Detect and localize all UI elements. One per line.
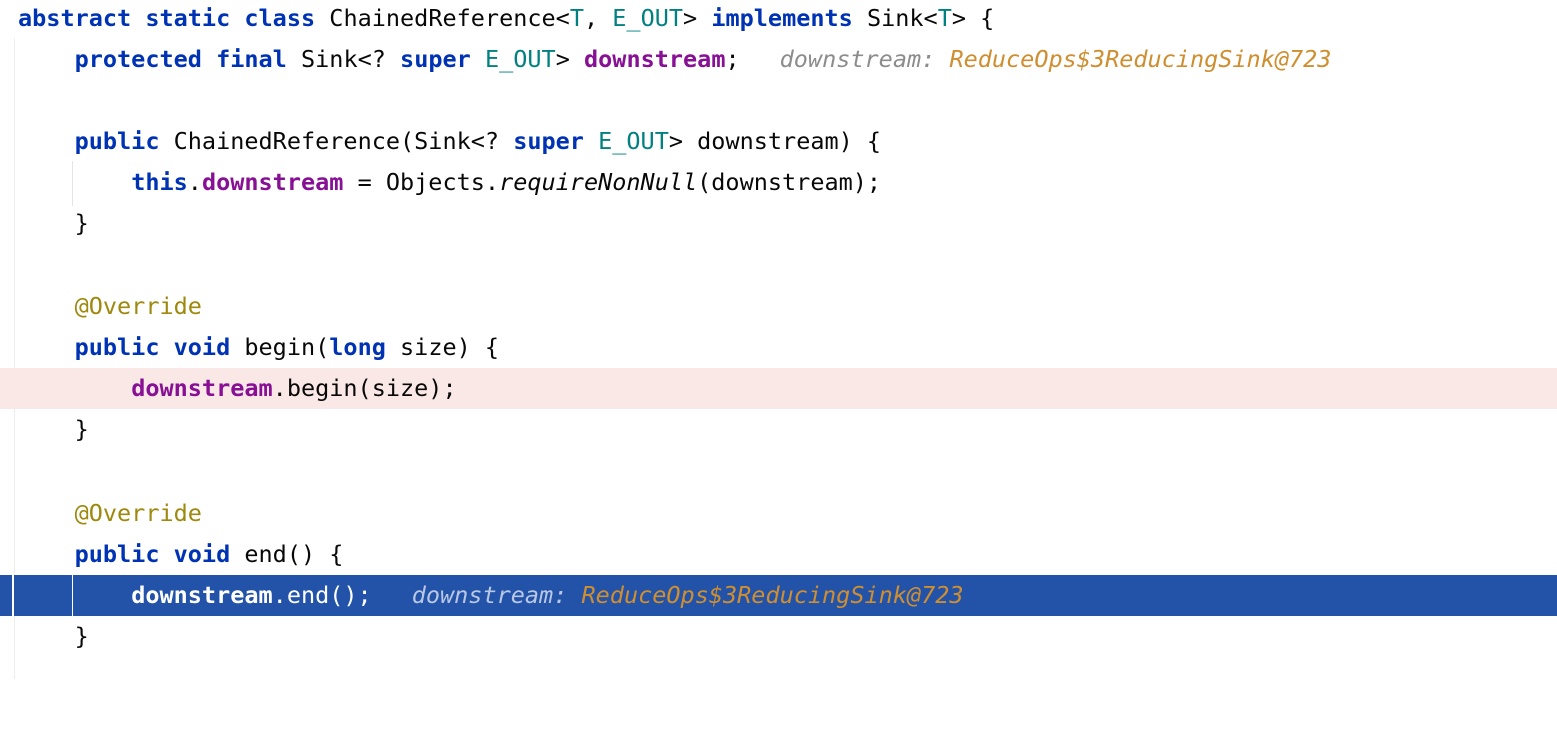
brace: } <box>74 209 89 237</box>
punct: . <box>187 168 202 196</box>
breakpoint-line[interactable]: downstream.begin(size); <box>0 368 1557 409</box>
inline-debug-hint[interactable]: downstream: ReduceOps$3ReducingSink@723 <box>780 45 1332 73</box>
code-line-1[interactable]: abstract static class ChainedReference<T… <box>0 0 1557 39</box>
code-line-2[interactable]: protected final Sink<? super E_OUT> down… <box>0 39 1557 80</box>
type-name: Sink<? <box>301 45 401 73</box>
type-param: E_OUT <box>484 45 556 73</box>
punct: > <box>683 4 712 32</box>
keyword: abstract <box>18 4 132 32</box>
type-param: T <box>569 4 584 32</box>
code-line-5[interactable]: } <box>0 203 1557 244</box>
hint-value: ReduceOps$3ReducingSink@723 <box>949 45 1332 73</box>
code-line-7[interactable]: public void begin(long size) { <box>0 327 1557 368</box>
type-name: Sink< <box>866 4 938 32</box>
brace: } <box>74 415 89 443</box>
field-name: downstream <box>201 168 344 196</box>
punct: ; <box>725 45 740 73</box>
keyword: class <box>244 4 316 32</box>
constructor-signature: ChainedReference(Sink<? <box>173 127 514 155</box>
args: (downstream); <box>697 168 882 196</box>
code-editor[interactable]: abstract static class ChainedReference<T… <box>0 0 1557 679</box>
inline-debug-hint[interactable]: downstream: ReduceOps$3ReducingSink@723 <box>412 581 964 609</box>
type-param: T <box>937 4 952 32</box>
keyword: super <box>400 45 471 73</box>
execution-line[interactable]: downstream.end(); downstream: ReduceOps$3… <box>0 575 1557 616</box>
type-param: E_OUT <box>612 4 684 32</box>
keyword: this <box>131 168 188 196</box>
keyword: final <box>216 45 287 73</box>
method-call: .begin(size); <box>272 374 457 402</box>
punct: > <box>555 45 584 73</box>
field-name: downstream <box>131 374 273 402</box>
execution-marker <box>12 575 14 616</box>
code-line-4[interactable]: this.downstream = Objects.requireNonNull… <box>0 162 1557 203</box>
method-call: .end(); <box>272 581 372 609</box>
annotation: @Override <box>74 292 202 320</box>
type-param: E_OUT <box>598 127 669 155</box>
hint-label: downstream: <box>411 581 568 609</box>
code-line-6[interactable]: @Override <box>0 286 1557 327</box>
keyword: public <box>74 127 160 155</box>
keyword: protected <box>74 45 202 73</box>
brace: } <box>74 622 89 650</box>
params: > downstream) { <box>668 127 882 155</box>
code-line-11[interactable]: public void end() { <box>0 534 1557 575</box>
keyword: static <box>145 4 231 32</box>
punct: , <box>583 4 613 32</box>
code-line-10[interactable]: @Override <box>0 493 1557 534</box>
keyword: long <box>329 333 386 361</box>
punct: > { <box>951 4 995 32</box>
keyword: super <box>513 127 584 155</box>
keyword: public <box>74 540 160 568</box>
hint-value: ReduceOps$3ReducingSink@723 <box>581 581 964 609</box>
hint-label: downstream: <box>779 45 936 73</box>
code-line-3[interactable]: public ChainedReference(Sink<? super E_O… <box>0 121 1557 162</box>
field-name: downstream <box>584 45 726 73</box>
keyword: public <box>74 333 160 361</box>
method-name: begin( <box>244 333 330 361</box>
class-name: ChainedReference< <box>329 4 570 32</box>
keyword: implements <box>711 4 853 32</box>
field-name: downstream <box>131 581 273 609</box>
expression: = Objects. <box>343 168 500 196</box>
keyword: void <box>173 333 231 361</box>
method-name: end() { <box>244 540 344 568</box>
params: size) { <box>385 333 500 361</box>
code-line-9[interactable]: } <box>0 409 1557 450</box>
code-line-13[interactable]: } <box>0 616 1557 657</box>
keyword: void <box>173 540 231 568</box>
indent-guide <box>72 575 73 616</box>
static-method: requireNonNull <box>499 168 698 196</box>
annotation: @Override <box>74 499 202 527</box>
